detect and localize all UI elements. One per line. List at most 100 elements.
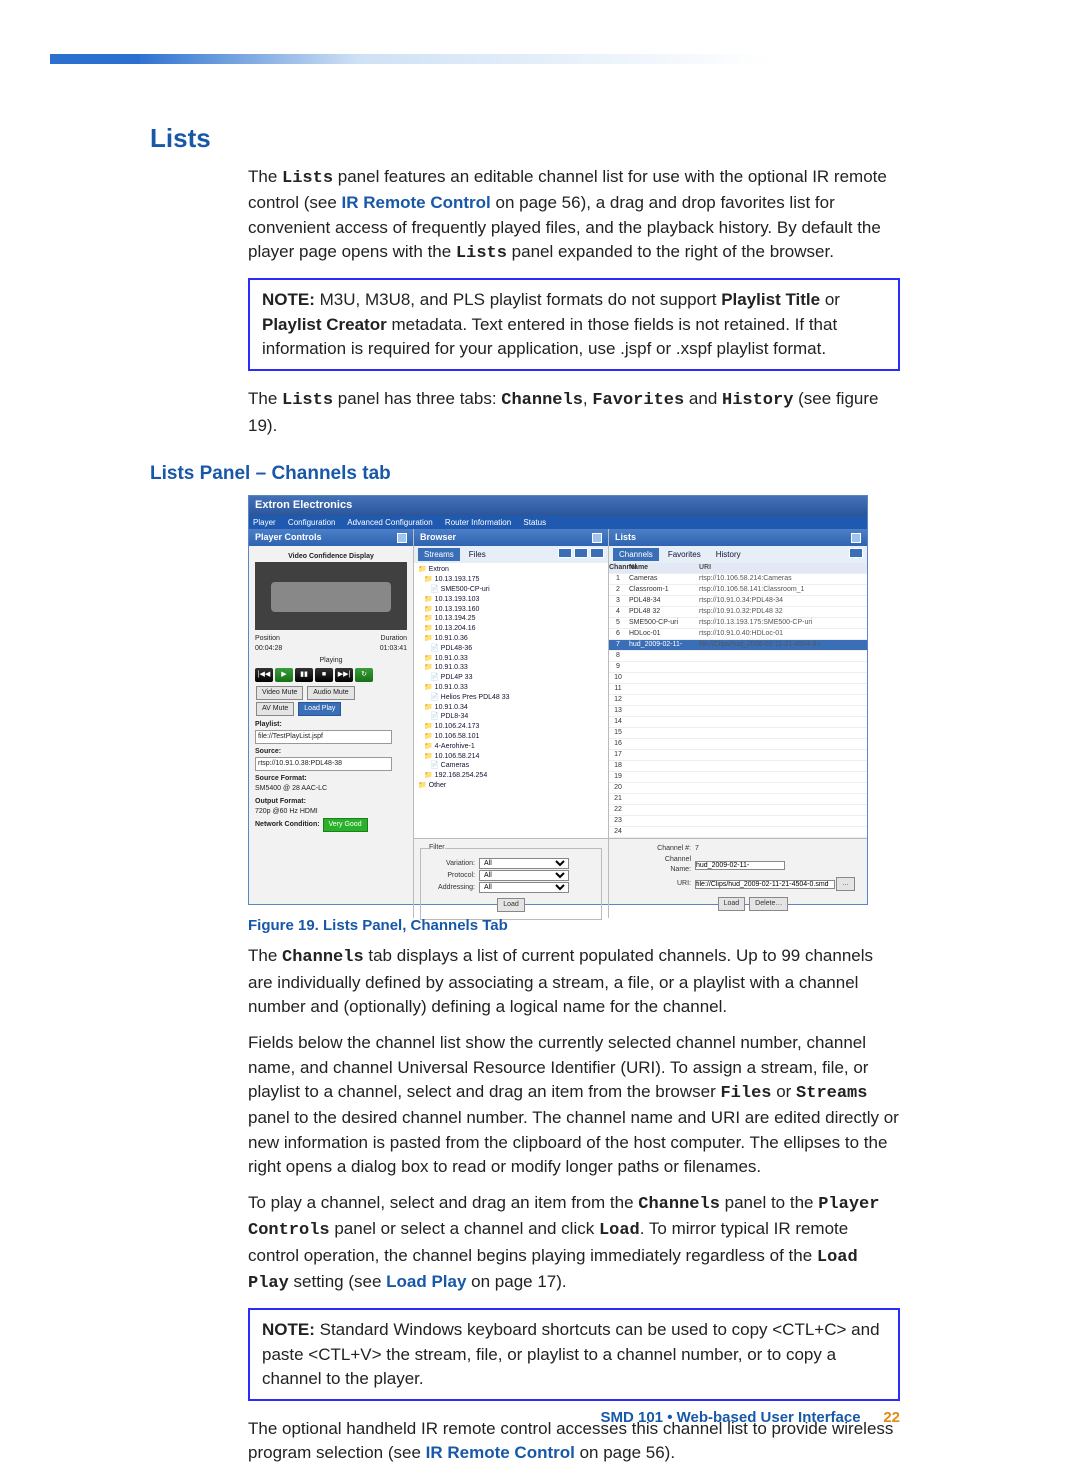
tree-item[interactable]: 10.13.194.25 [418, 614, 604, 624]
loop-button[interactable]: ↻ [355, 668, 373, 682]
tree-icon[interactable] [558, 548, 572, 558]
source-input[interactable]: rtsp://10.91.0.38:PDL48-38 [255, 757, 392, 771]
table-row[interactable]: 21 [609, 794, 867, 805]
tree-item[interactable]: PDL8-34 [418, 712, 604, 722]
collapse-icon[interactable] [851, 533, 861, 543]
stop-button[interactable]: ■ [315, 668, 333, 682]
av-mute-button[interactable]: AV Mute [256, 702, 294, 716]
prev-button[interactable]: |◀◀ [255, 668, 273, 682]
link-ir-remote-2[interactable]: IR Remote Control [426, 1443, 575, 1462]
tree-item[interactable]: Other [418, 781, 604, 791]
pause-button[interactable]: ▮▮ [295, 668, 313, 682]
uri-ellipsis-button[interactable]: … [836, 877, 855, 891]
channel-uri-input[interactable] [695, 880, 835, 889]
tree-item[interactable]: 10.91.0.34 [418, 703, 604, 713]
play-button[interactable]: ▶ [275, 668, 293, 682]
table-row[interactable]: 4PDL48 32rtsp://10.91.0.32:PDL48 32 [609, 607, 867, 618]
tree-item[interactable]: 4-Aerohive-1 [418, 742, 604, 752]
table-row[interactable]: 13 [609, 706, 867, 717]
tree-item[interactable]: 10.91.0.33 [418, 663, 604, 673]
link-ir-remote-1[interactable]: IR Remote Control [342, 193, 491, 212]
page-number: 22 [883, 1409, 900, 1426]
tree-item[interactable]: Cameras [418, 761, 604, 771]
table-row[interactable]: 8 [609, 651, 867, 662]
table-row[interactable]: 20 [609, 783, 867, 794]
table-row[interactable]: 23 [609, 816, 867, 827]
next-button[interactable]: ▶▶| [335, 668, 353, 682]
table-row[interactable]: 24 [609, 827, 867, 838]
playlist-input[interactable]: file://TestPlayList.jspf [255, 730, 392, 744]
filter-variation[interactable]: All [479, 858, 569, 869]
table-row[interactable]: 9 [609, 662, 867, 673]
table-row[interactable]: 19 [609, 772, 867, 783]
collapse-icon[interactable] [592, 533, 602, 543]
load-play-button[interactable]: Load Play [298, 702, 341, 716]
filter-addressing[interactable]: All [479, 882, 569, 893]
filter-protocol[interactable]: All [479, 870, 569, 881]
tree-item[interactable]: 10.13.193.175 [418, 575, 604, 585]
table-row[interactable]: 6HDLoc-01rtsp://10.91.0.40:HDLoc-01 [609, 629, 867, 640]
menu-player[interactable]: Player [253, 518, 276, 527]
menu-advanced[interactable]: Advanced Configuration [347, 518, 432, 527]
audio-mute-button[interactable]: Audio Mute [307, 686, 354, 700]
tree-item[interactable]: 192.168.254.254 [418, 771, 604, 781]
tab-history[interactable]: History [710, 548, 747, 561]
table-row[interactable]: 22 [609, 805, 867, 816]
tree-item[interactable]: 10.106.58.214 [418, 752, 604, 762]
channels-table[interactable]: Channel Name URI 1Camerasrtsp://10.106.5… [609, 563, 867, 838]
stream-tree[interactable]: Extron10.13.193.175SME500-CP-uri10.13.19… [414, 563, 608, 838]
tree-item[interactable]: 10.91.0.36 [418, 634, 604, 644]
table-row[interactable]: 10 [609, 673, 867, 684]
note-box-playlist-format: NOTE: M3U, M3U8, and PLS playlist format… [248, 278, 900, 371]
table-row[interactable]: 18 [609, 761, 867, 772]
video-preview [255, 562, 407, 630]
filter-load-button[interactable]: Load [497, 898, 525, 912]
tab-favorites[interactable]: Favorites [662, 548, 707, 561]
tree-item[interactable]: Helios Pres PDL48 33 [418, 693, 604, 703]
table-row[interactable]: 7hud_2009-02-11-file://Clips/hud_2009-02… [609, 640, 867, 651]
col-name: Name [627, 563, 697, 573]
note-box-shortcuts: NOTE: Standard Windows keyboard shortcut… [248, 1308, 900, 1401]
tab-files[interactable]: Files [463, 548, 492, 561]
table-row[interactable]: 5SME500-CP-urirtsp://10.13.193.175:SME50… [609, 618, 867, 629]
network-status-badge: Very Good [323, 818, 368, 832]
channel-name-input[interactable] [695, 861, 785, 870]
tree-item[interactable]: 10.13.193.160 [418, 605, 604, 615]
tree-item[interactable]: 10.106.24.173 [418, 722, 604, 732]
tree-item[interactable]: 10.13.204.16 [418, 624, 604, 634]
tree-icon[interactable] [574, 548, 588, 558]
table-row[interactable]: 1Camerasrtsp://10.106.58.214:Cameras [609, 574, 867, 585]
table-row[interactable]: 14 [609, 717, 867, 728]
tree-item[interactable]: 10.106.58.101 [418, 732, 604, 742]
tree-item[interactable]: 10.91.0.33 [418, 654, 604, 664]
tree-icon[interactable] [590, 548, 604, 558]
figure-screenshot: Extron Electronics Player Configuration … [248, 495, 868, 905]
tab-channels[interactable]: Channels [613, 548, 659, 561]
tree-item[interactable]: SME500-CP-uri [418, 585, 604, 595]
video-mute-button[interactable]: Video Mute [256, 686, 303, 700]
refresh-icon[interactable] [849, 548, 863, 558]
top-gradient-bar [50, 54, 1080, 64]
panel-head-player-controls: Player Controls [249, 529, 413, 546]
tree-item[interactable]: PDL4P 33 [418, 673, 604, 683]
tree-item[interactable]: 10.91.0.33 [418, 683, 604, 693]
table-row[interactable]: 2Classroom-1rtsp://10.106.58.141:Classro… [609, 585, 867, 596]
tab-streams[interactable]: Streams [418, 548, 460, 561]
tree-item[interactable]: PDL48-36 [418, 644, 604, 654]
menu-router[interactable]: Router Information [445, 518, 511, 527]
table-row[interactable]: 15 [609, 728, 867, 739]
menu-configuration[interactable]: Configuration [288, 518, 336, 527]
menu-status[interactable]: Status [523, 518, 546, 527]
table-row[interactable]: 12 [609, 695, 867, 706]
table-row[interactable]: 17 [609, 750, 867, 761]
table-row[interactable]: 3PDL48-34rtsp://10.91.0.34:PDL48-34 [609, 596, 867, 607]
link-load-play[interactable]: Load Play [386, 1272, 466, 1291]
table-row[interactable]: 11 [609, 684, 867, 695]
channel-load-button[interactable]: Load [718, 897, 746, 911]
tree-item[interactable]: Extron [418, 565, 604, 575]
channel-delete-button[interactable]: Delete… [749, 897, 788, 911]
tree-item[interactable]: 10.13.193.103 [418, 595, 604, 605]
app-title-bar: Extron Electronics [249, 496, 867, 516]
table-row[interactable]: 16 [609, 739, 867, 750]
collapse-icon[interactable] [397, 533, 407, 543]
